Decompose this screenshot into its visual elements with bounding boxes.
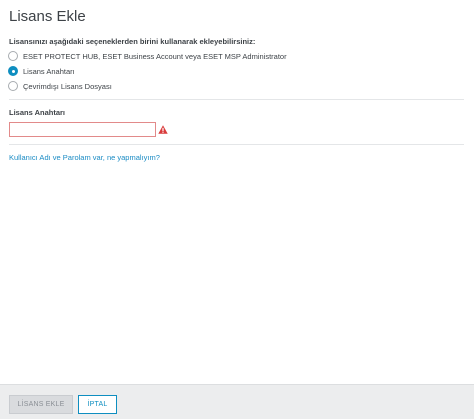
help-link[interactable]: Kullanıcı Adı ve Parolam var, ne yapmalı… xyxy=(9,153,160,162)
cancel-button[interactable]: İPTAL xyxy=(78,395,117,414)
option-eset-hub-label: ESET PROTECT HUB, ESET Business Account … xyxy=(23,51,287,61)
option-license-key-label: Lisans Anahtarı xyxy=(23,66,75,76)
license-key-input[interactable] xyxy=(9,122,156,137)
license-key-label: Lisans Anahtarı xyxy=(9,108,65,117)
option-eset-hub[interactable]: ESET PROTECT HUB, ESET Business Account … xyxy=(8,51,287,61)
divider xyxy=(9,144,464,145)
radio-offline-file[interactable] xyxy=(8,81,18,91)
option-offline-file-label: Çevrimdışı Lisans Dosyası xyxy=(23,81,112,91)
divider xyxy=(9,99,464,100)
warning-icon xyxy=(158,125,168,134)
add-license-button[interactable]: LİSANS EKLE xyxy=(9,395,73,414)
option-offline-file[interactable]: Çevrimdışı Lisans Dosyası xyxy=(8,81,112,91)
radio-license-key[interactable] xyxy=(8,66,18,76)
dialog-footer: LİSANS EKLE İPTAL xyxy=(0,384,474,419)
add-license-dialog: Lisans Ekle Lisansınızı aşağıdaki seçene… xyxy=(0,0,474,419)
option-license-key[interactable]: Lisans Anahtarı xyxy=(8,66,75,76)
options-prompt: Lisansınızı aşağıdaki seçeneklerden biri… xyxy=(9,37,256,46)
radio-eset-hub[interactable] xyxy=(8,51,18,61)
dialog-title: Lisans Ekle xyxy=(9,8,86,25)
